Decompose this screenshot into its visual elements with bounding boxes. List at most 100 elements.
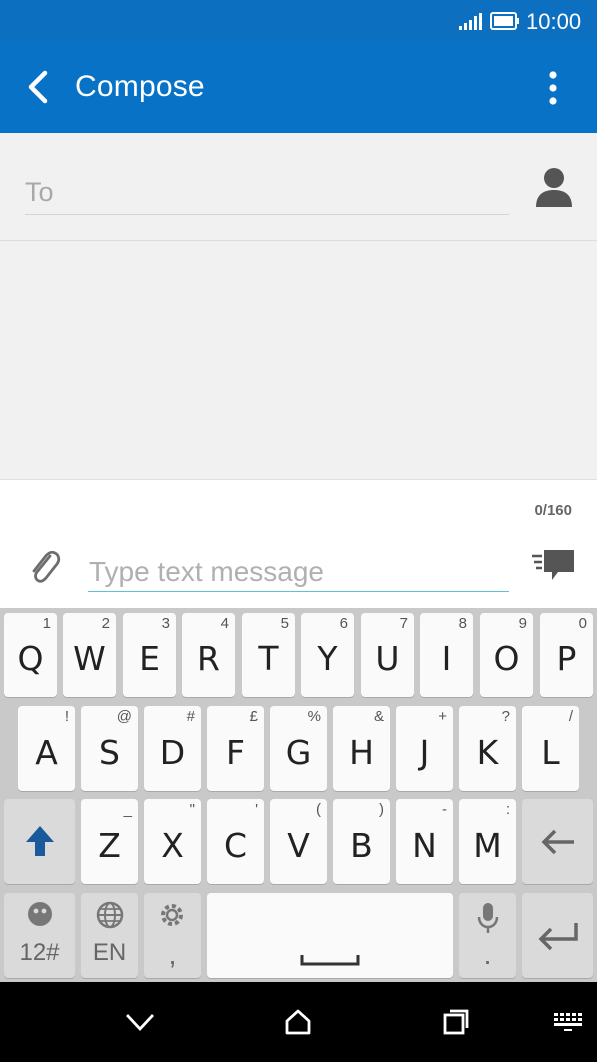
comma-label: , <box>168 939 177 970</box>
language-label: EN <box>92 939 127 966</box>
key-label: W <box>73 639 106 678</box>
key-label: G <box>285 733 312 772</box>
key-alt: / <box>568 708 573 725</box>
key-alt: " <box>189 801 195 818</box>
key-alt: % <box>307 708 321 725</box>
key-label: E <box>139 639 160 678</box>
key-alt: 5 <box>280 615 289 632</box>
key-alt: 2 <box>101 615 110 632</box>
key-s[interactable]: @ S <box>81 706 138 791</box>
key-alt: _ <box>123 801 132 818</box>
nav-keyboard-button[interactable] <box>546 1002 590 1042</box>
language-key[interactable]: EN <box>81 893 138 978</box>
nav-recents-button[interactable] <box>434 1002 478 1042</box>
key-j[interactable]: + J <box>396 706 453 791</box>
status-bar: 10:00 <box>0 0 597 42</box>
key-alt: ? <box>501 708 510 725</box>
key-label: Z <box>98 826 121 865</box>
emoji-icon <box>28 902 52 926</box>
key-n[interactable]: -N <box>396 799 453 884</box>
key-d[interactable]: # D <box>144 706 201 791</box>
key-e[interactable]: 3E <box>123 613 176 697</box>
key-y[interactable]: 6Y <box>301 613 354 697</box>
key-label: T <box>258 639 279 678</box>
key-w[interactable]: 2W <box>63 613 116 697</box>
key-alt: £ <box>249 708 258 725</box>
key-m[interactable]: :M <box>459 799 516 884</box>
key-alt: 9 <box>518 615 527 632</box>
key-label: P <box>556 639 577 678</box>
key-alt: ( <box>316 801 321 818</box>
enter-icon <box>538 923 578 951</box>
signal-icon <box>459 13 482 30</box>
key-alt: @ <box>116 708 132 725</box>
keyboard: 1Q 2W 3E 4R 5T 6Y 7U 8I 9O 0P ! A @ S # D £… <box>0 608 597 982</box>
space-key[interactable] <box>207 893 453 978</box>
key-h[interactable]: & H <box>333 706 390 791</box>
overflow-menu-button[interactable] <box>536 64 570 112</box>
nav-recents-icon <box>443 1009 469 1035</box>
key-u[interactable]: 7U <box>361 613 414 697</box>
key-alt: ! <box>64 708 69 725</box>
character-counter: 0/160 <box>534 502 572 519</box>
recipient-section <box>0 133 597 241</box>
key-o[interactable]: 9O <box>480 613 533 697</box>
key-alt: - <box>442 801 447 818</box>
key-alt: 0 <box>578 615 587 632</box>
key-t[interactable]: 5T <box>242 613 295 697</box>
navigation-bar <box>0 982 597 1062</box>
message-thread-area <box>0 241 597 479</box>
gear-icon <box>161 904 183 926</box>
voice-input-key[interactable]: . <box>459 893 516 978</box>
globe-icon <box>96 901 124 929</box>
nav-back-button[interactable] <box>118 1002 162 1042</box>
key-label: Y <box>317 639 338 678</box>
status-time: 10:00 <box>526 9 582 34</box>
settings-key[interactable]: , <box>144 893 201 978</box>
key-z[interactable]: _ Z <box>81 799 138 884</box>
symbols-label: 12# <box>19 939 60 966</box>
contact-picker-button[interactable] <box>533 165 575 209</box>
key-b[interactable]: ) B <box>333 799 390 884</box>
key-alt: 6 <box>339 615 348 632</box>
key-label: F <box>226 733 245 772</box>
enter-key[interactable] <box>522 893 593 978</box>
key-l[interactable]: / L <box>522 706 579 791</box>
send-button[interactable] <box>530 546 576 586</box>
nav-home-icon <box>285 1009 311 1035</box>
key-alt: ) <box>379 801 384 818</box>
key-p[interactable]: 0P <box>540 613 593 697</box>
nav-back-icon <box>125 1014 155 1032</box>
battery-icon <box>490 12 519 30</box>
key-alt: 3 <box>161 615 170 632</box>
key-r[interactable]: 4R <box>182 613 235 697</box>
keyboard-icon <box>554 1013 582 1031</box>
backspace-icon <box>541 829 574 855</box>
back-button[interactable] <box>16 62 60 112</box>
backspace-key[interactable] <box>522 799 593 884</box>
symbols-key[interactable]: 12# <box>4 893 75 978</box>
key-a[interactable]: ! A <box>18 706 75 791</box>
key-x[interactable]: " X <box>144 799 201 884</box>
key-label: L <box>541 733 560 772</box>
key-f[interactable]: £ F <box>207 706 264 791</box>
nav-home-button[interactable] <box>276 1002 320 1042</box>
key-label: I <box>441 639 452 678</box>
key-k[interactable]: ? K <box>459 706 516 791</box>
message-input[interactable] <box>88 552 509 592</box>
key-c[interactable]: ' C <box>207 799 264 884</box>
key-i[interactable]: 8I <box>420 613 473 697</box>
shift-key[interactable] <box>4 799 75 884</box>
key-g[interactable]: % G <box>270 706 327 791</box>
key-label: M <box>473 826 502 865</box>
key-v[interactable]: (V <box>270 799 327 884</box>
key-label: O <box>493 639 520 678</box>
back-arrow-icon <box>28 70 48 104</box>
contact-icon <box>536 168 572 207</box>
attach-button[interactable] <box>26 547 62 587</box>
recipient-input[interactable] <box>25 171 509 215</box>
key-label: V <box>287 826 310 865</box>
key-q[interactable]: 1Q <box>4 613 57 697</box>
key-alt: 1 <box>42 615 51 632</box>
microphone-icon <box>477 903 499 933</box>
